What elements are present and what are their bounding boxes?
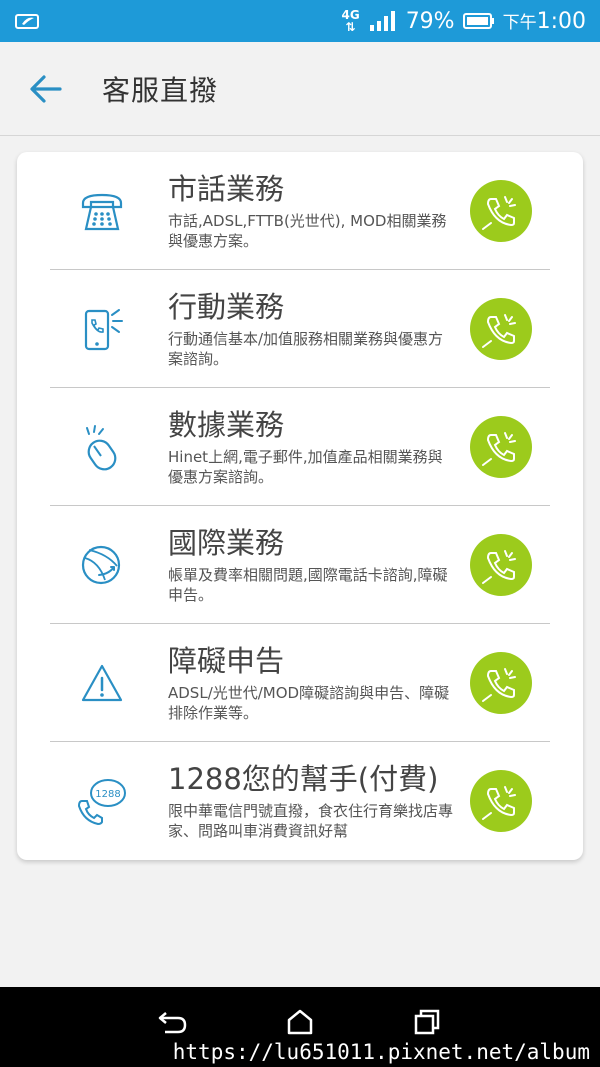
call-button[interactable] [470,770,532,832]
row-icon-wrap [50,540,154,590]
service-desc: 帳單及費率相關問題,國際電話卡諮詢,障礙申告。 [168,565,448,604]
status-bar: 4G ⇅ 79% 下午1:00 [0,0,600,42]
signal-icon [369,11,395,31]
service-desc: 行動通信基本/加值服務相關業務與優惠方案諮詢。 [168,329,444,368]
row-icon-wrap [50,187,154,235]
call-button[interactable] [470,179,532,242]
row-text: 障礙申告 ADSL/光世代/MOD障礙諮詢與申告、障礙排除作業等。 [154,643,470,723]
service-list: 市話業務 市話,ADSL,FTTB(光世代), MOD相關業務與優惠方案。 行動… [17,152,583,860]
service-row-data[interactable]: 數據業務 Hinet上網,電子郵件,加值產品相關業務與優惠方案諮詢。 [50,388,550,506]
service-desc: Hinet上網,電子郵件,加值產品相關業務與優惠方案諮詢。 [168,447,443,486]
status-right: 4G ⇅ 79% 下午1:00 [341,8,586,35]
mouse-icon [86,424,117,470]
service-title: 1288您的幫手(付費) [168,762,439,796]
call-button[interactable] [470,415,532,478]
row-text: 市話業務 市話,ADSL,FTTB(光世代), MOD相關業務與優惠方案。 [154,171,470,251]
service-row-mobile[interactable]: 行動業務 行動通信基本/加值服務相關業務與優惠方案諮詢。 [50,270,550,388]
service-desc: 市話,ADSL,FTTB(光世代), MOD相關業務與優惠方案。 [168,211,447,250]
arrow-left-icon [30,74,62,103]
call-button[interactable] [470,651,532,714]
service-desc: ADSL/光世代/MOD障礙諮詢與申告、障礙排除作業等。 [168,683,450,722]
service-title: 行動業務 [168,289,285,324]
phone-call-icon [482,313,516,348]
phone-call-icon [482,786,516,820]
mobile-phone-icon [84,308,123,350]
warning-icon [81,664,123,701]
globe-icon [81,545,121,584]
clock: 1:00 [536,9,586,34]
row-icon-wrap [50,305,154,353]
battery-icon [462,13,494,29]
back-button[interactable] [26,69,66,109]
app-bar: 客服直撥 [0,42,600,136]
service-row-local-phone[interactable]: 市話業務 市話,ADSL,FTTB(光世代), MOD相關業務與優惠方案。 [50,152,550,270]
row-icon-wrap [50,422,154,472]
row-text: 數據業務 Hinet上網,電子郵件,加值產品相關業務與優惠方案諮詢。 [154,407,470,487]
row-icon-wrap [50,660,154,706]
call-button[interactable] [470,533,532,596]
phone-call-icon [482,667,516,702]
recents-icon [414,1009,439,1035]
time-prefix: 下午 [502,13,537,33]
row-text: 行動業務 行動通信基本/加值服務相關業務與優惠方案諮詢。 [154,289,470,369]
watermark: https://lu651011.pixnet.net/album [172,1040,590,1064]
network-indicator: 4G ⇅ [341,9,359,33]
telephone-icon [81,193,123,230]
service-title: 市話業務 [168,171,285,206]
row-text: 國際業務 帳單及費率相關問題,國際電話卡諮詢,障礙申告。 [154,525,470,605]
row-text: 1288您的幫手(付費) 限中華電信門號直撥，食衣住行育樂找店專家、問路叫車消費… [154,761,470,841]
hotline-badge-text: 1288 [95,789,120,800]
row-icon-wrap: 1288 [50,775,154,827]
page-title: 客服直撥 [102,73,219,107]
service-title: 國際業務 [168,525,285,560]
service-title: 障礙申告 [168,643,285,678]
call-button[interactable] [470,297,532,360]
service-desc: 限中華電信門號直撥，食衣住行育樂找店專家、問路叫車消費資訊好幫 [168,802,454,840]
status-left [14,11,42,31]
data-arrows-icon: ⇅ [345,20,356,34]
service-title: 數據業務 [168,407,285,442]
notification-icon [15,14,39,29]
phone-call-icon [482,431,516,466]
service-row-fault-report[interactable]: 障礙申告 ADSL/光世代/MOD障礙諮詢與申告、障礙排除作業等。 [50,624,550,742]
home-icon [287,1009,313,1035]
phone-call-icon [482,195,516,230]
hotline-1288-icon: 1288 [77,779,126,826]
battery-percent: 79% [405,8,455,34]
service-row-international[interactable]: 國際業務 帳單及費率相關問題,國際電話卡諮詢,障礙申告。 [50,506,550,624]
back-arrow-icon [159,1012,187,1034]
phone-call-icon [482,549,516,584]
service-row-1288[interactable]: 1288 1288您的幫手(付費) 限中華電信門號直撥，食衣住行育樂找店專家、問… [50,742,550,860]
